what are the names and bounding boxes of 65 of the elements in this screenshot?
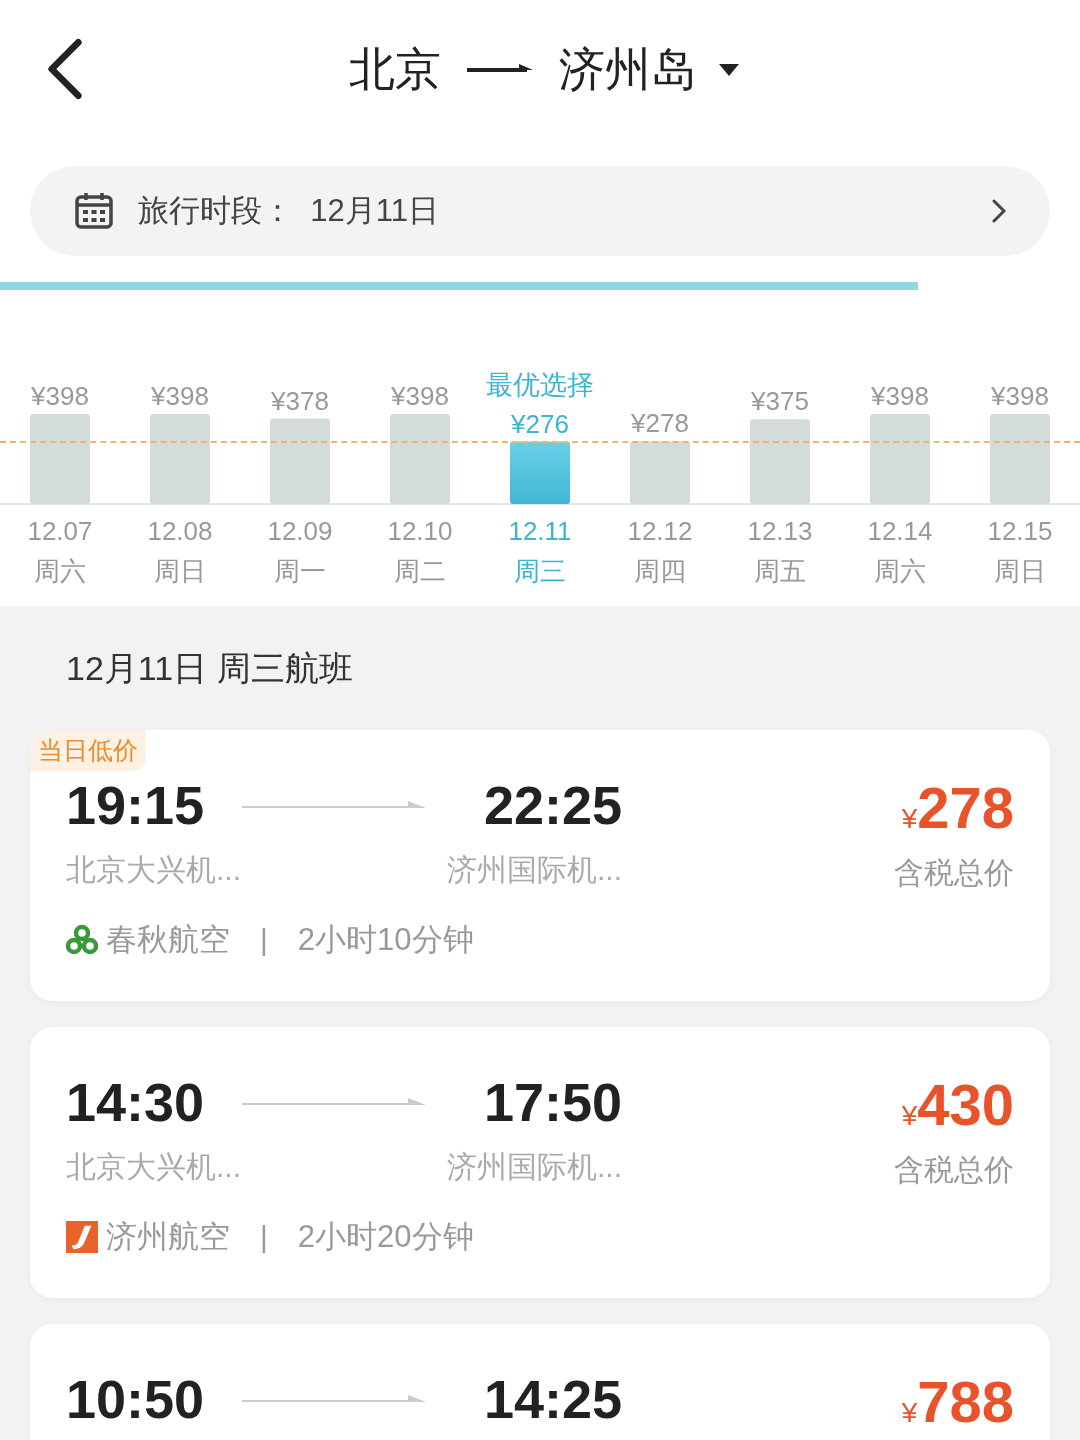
weekday-label: 周二 xyxy=(394,556,446,586)
price-note: 含税总价 xyxy=(894,855,1014,891)
flight-price: ¥788 xyxy=(901,1368,1014,1435)
arrival-airport: 济州国际机... xyxy=(446,1149,622,1185)
price-label: ¥375 xyxy=(751,386,809,417)
price-label: ¥276 xyxy=(511,408,569,439)
arrival-airport: 济州国际机... xyxy=(446,852,622,888)
date-range-button[interactable]: 旅行时段： 12月11日 xyxy=(30,166,1050,256)
flight-card[interactable]: 10:50 14:25 ¥788 xyxy=(30,1324,1050,1440)
flight-price: ¥430 xyxy=(901,1071,1014,1138)
date-label: 12.07 xyxy=(27,516,93,546)
airline-logo-icon xyxy=(66,924,98,956)
date-label: 12.09 xyxy=(267,516,333,546)
departure-time: 19:15 xyxy=(66,774,206,836)
section-title: 12月11日 周三航班 xyxy=(65,648,354,689)
arrival-time: 22:25 xyxy=(482,774,622,836)
flight-card[interactable]: 当日低价 19:15 22:25 北京大兴机... 济州国际机... 春秋航空 | 2小时10分钟 ¥278 含税总价 xyxy=(30,730,1050,1001)
date-label: 12.12 xyxy=(627,516,693,546)
weekday-label: 周三 xyxy=(514,556,566,586)
flight-duration: 2小时20分钟 xyxy=(297,1218,474,1256)
price-note: 含税总价 xyxy=(894,1152,1014,1188)
airline-name: 济州航空 xyxy=(106,1218,230,1256)
flight-arrow-icon xyxy=(242,1096,426,1108)
weekday-label: 周日 xyxy=(154,556,206,586)
flight-arrow-icon xyxy=(242,799,426,811)
destination-city: 济州岛 xyxy=(559,42,697,97)
date-label: 12.10 xyxy=(387,516,453,546)
chevron-right-icon xyxy=(992,199,1006,223)
price-label: ¥278 xyxy=(631,408,689,439)
calendar-icon xyxy=(74,191,114,231)
weekday-label: 周日 xyxy=(994,556,1046,586)
arrival-time: 17:50 xyxy=(482,1071,622,1133)
separator: | xyxy=(260,1220,268,1254)
date-range-label: 旅行时段： 12月11日 xyxy=(138,192,440,230)
back-icon[interactable] xyxy=(46,38,84,100)
best-choice-label: 最优选择 xyxy=(486,369,594,400)
departure-time: 14:30 xyxy=(66,1071,206,1133)
weekday-label: 周六 xyxy=(874,556,926,586)
flight-price: ¥278 xyxy=(901,774,1014,841)
date-label: 12.13 xyxy=(747,516,813,546)
price-label: ¥398 xyxy=(151,381,209,411)
date-label: 12.15 xyxy=(987,516,1053,546)
low-price-badge: 当日低价 xyxy=(30,730,146,771)
airline-name: 春秋航空 xyxy=(106,921,230,959)
weekday-label: 周五 xyxy=(754,556,806,586)
airline-logo-icon xyxy=(66,1221,98,1253)
flight-card[interactable]: 14:30 17:50 北京大兴机... 济州国际机... 济州航空 | 2小时20分钟 ¥430 含税总价 xyxy=(30,1027,1050,1298)
date-label: 12.14 xyxy=(867,516,933,546)
departure-time: 10:50 xyxy=(66,1368,206,1430)
caret-icon[interactable] xyxy=(719,64,739,76)
flight-duration: 2小时10分钟 xyxy=(297,921,474,959)
price-label: ¥398 xyxy=(31,381,89,411)
price-label: ¥378 xyxy=(271,385,329,416)
price-label: ¥398 xyxy=(991,381,1049,411)
date-label: 12.08 xyxy=(147,516,213,546)
weekday-label: 周一 xyxy=(274,556,326,586)
weekday-label: 周六 xyxy=(34,556,86,586)
origin-city: 北京 xyxy=(349,42,441,97)
flight-arrow-icon xyxy=(242,1393,426,1405)
price-label: ¥398 xyxy=(391,381,449,411)
separator: | xyxy=(260,923,268,957)
date-label: 12.11 xyxy=(508,516,572,546)
weekday-label: 周四 xyxy=(634,556,686,586)
arrival-time: 14:25 xyxy=(482,1368,622,1430)
price-label: ¥398 xyxy=(871,381,929,411)
